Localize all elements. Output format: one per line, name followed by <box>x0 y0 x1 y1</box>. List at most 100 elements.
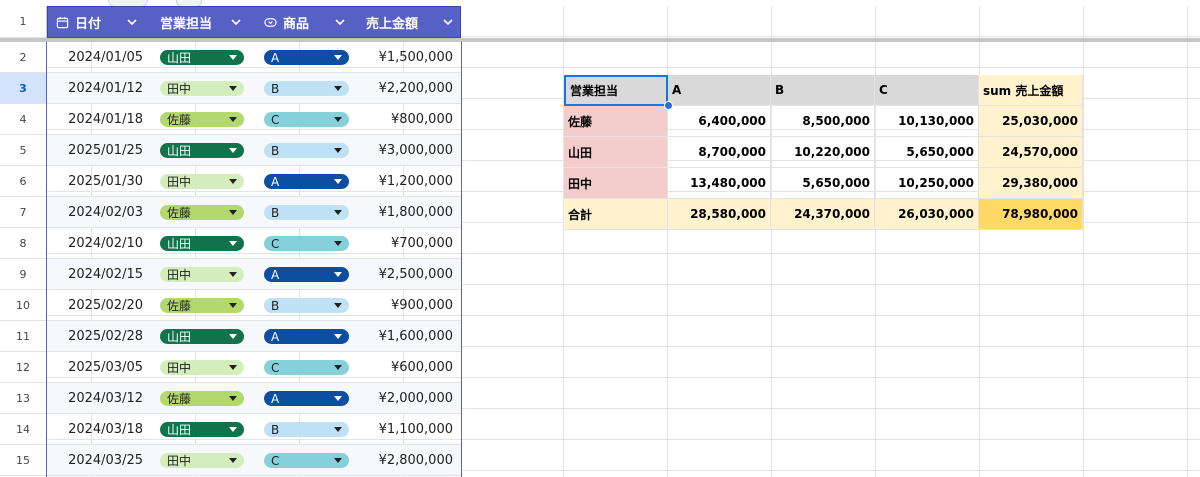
row-number[interactable]: 2 <box>0 42 46 73</box>
product-dropdown-chip[interactable]: B <box>264 143 349 158</box>
pivot-column-total[interactable]: 28,580,000 <box>668 199 771 230</box>
pivot-row-label[interactable]: 田中 <box>564 168 668 199</box>
dropdown-arrow-icon[interactable] <box>229 365 237 370</box>
dropdown-arrow-icon[interactable] <box>229 148 237 153</box>
table-row[interactable]: 2025/02/28 山田 A ¥1,600,000 <box>47 321 461 352</box>
row-number[interactable]: 6 <box>0 166 46 197</box>
column-header-rep[interactable]: 営業担当 <box>160 7 248 37</box>
amount-cell[interactable]: ¥1,600,000 <box>349 321 453 351</box>
pivot-header-grand-total[interactable]: sum 売上金額 <box>979 75 1083 106</box>
dropdown-arrow-icon[interactable] <box>229 427 237 432</box>
rep-dropdown-chip[interactable]: 田中 <box>160 81 244 96</box>
pivot-header-column[interactable]: A <box>668 75 771 106</box>
row-number[interactable]: 15 <box>0 445 46 476</box>
pivot-column-total[interactable]: 24,370,000 <box>771 199 875 230</box>
date-cell[interactable]: 2024/03/18 <box>47 414 143 444</box>
product-dropdown-chip[interactable]: C <box>264 453 349 468</box>
dropdown-arrow-icon[interactable] <box>229 303 237 308</box>
rep-dropdown-chip[interactable]: 田中 <box>160 267 244 282</box>
rep-dropdown-chip[interactable]: 田中 <box>160 453 244 468</box>
table-row[interactable]: 2024/02/10 山田 C ¥700,000 <box>47 228 461 259</box>
rep-dropdown-chip[interactable]: 山田 <box>160 236 244 251</box>
table-row[interactable]: 2025/01/30 田中 A ¥1,200,000 <box>47 166 461 197</box>
pivot-value-cell[interactable]: 8,500,000 <box>771 106 875 137</box>
amount-cell[interactable]: ¥1,500,000 <box>349 42 453 72</box>
amount-cell[interactable]: ¥900,000 <box>349 290 453 320</box>
dropdown-arrow-icon[interactable] <box>334 427 342 432</box>
dropdown-arrow-icon[interactable] <box>334 117 342 122</box>
row-number[interactable]: 10 <box>0 290 46 321</box>
chevron-down-icon[interactable] <box>126 16 138 28</box>
product-dropdown-chip[interactable]: B <box>264 205 349 220</box>
date-cell[interactable]: 2024/01/12 <box>47 73 143 103</box>
date-cell[interactable]: 2024/02/10 <box>47 228 143 258</box>
dropdown-arrow-icon[interactable] <box>229 272 237 277</box>
pivot-value-cell[interactable]: 13,480,000 <box>668 168 771 199</box>
pivot-header-column[interactable]: B <box>771 75 875 106</box>
pivot-row-label[interactable]: 山田 <box>564 137 668 168</box>
amount-cell[interactable]: ¥1,200,000 <box>349 166 453 196</box>
amount-cell[interactable]: ¥1,100,000 <box>349 414 453 444</box>
amount-cell[interactable]: ¥2,800,000 <box>349 445 453 475</box>
dropdown-arrow-icon[interactable] <box>334 86 342 91</box>
rep-dropdown-chip[interactable]: 山田 <box>160 329 244 344</box>
row-number[interactable]: 9 <box>0 259 46 290</box>
table-row[interactable]: 2025/02/20 佐藤 B ¥900,000 <box>47 290 461 321</box>
row-number[interactable]: 12 <box>0 352 46 383</box>
date-cell[interactable]: 2024/01/05 <box>47 42 143 72</box>
row-number[interactable]: 11 <box>0 321 46 352</box>
dropdown-arrow-icon[interactable] <box>334 458 342 463</box>
pivot-total-label[interactable]: 合計 <box>564 199 668 230</box>
row-number[interactable]: 4 <box>0 104 46 135</box>
dropdown-arrow-icon[interactable] <box>229 210 237 215</box>
pivot-row-total[interactable]: 24,570,000 <box>979 137 1083 168</box>
pivot-header-row-label[interactable]: 営業担当 <box>564 75 668 106</box>
date-cell[interactable]: 2024/01/18 <box>47 104 143 134</box>
product-dropdown-chip[interactable]: B <box>264 81 349 96</box>
rep-dropdown-chip[interactable]: 田中 <box>160 174 244 189</box>
chevron-down-icon[interactable] <box>442 16 454 28</box>
table-row[interactable]: 2024/01/18 佐藤 C ¥800,000 <box>47 104 461 135</box>
dropdown-arrow-icon[interactable] <box>229 179 237 184</box>
dropdown-arrow-icon[interactable] <box>334 210 342 215</box>
row-number[interactable]: 5 <box>0 135 46 166</box>
dropdown-arrow-icon[interactable] <box>229 334 237 339</box>
row-number[interactable]: 13 <box>0 383 46 414</box>
row-number[interactable]: 8 <box>0 228 46 259</box>
product-dropdown-chip[interactable]: A <box>264 267 349 282</box>
table-row[interactable]: 2025/01/25 山田 B ¥3,000,000 <box>47 135 461 166</box>
dropdown-arrow-icon[interactable] <box>334 303 342 308</box>
row-number[interactable]: 3 <box>0 73 46 104</box>
pivot-value-cell[interactable]: 10,130,000 <box>875 106 979 137</box>
table-row[interactable]: 2024/03/25 田中 C ¥2,800,000 <box>47 445 461 476</box>
table-row[interactable]: 2025/03/05 田中 C ¥600,000 <box>47 352 461 383</box>
product-dropdown-chip[interactable]: A <box>264 174 349 189</box>
dropdown-arrow-icon[interactable] <box>229 86 237 91</box>
pivot-value-cell[interactable]: 10,250,000 <box>875 168 979 199</box>
table-row[interactable]: 2024/01/05 山田 A ¥1,500,000 <box>47 42 461 73</box>
product-dropdown-chip[interactable]: B <box>264 422 349 437</box>
dropdown-arrow-icon[interactable] <box>229 241 237 246</box>
date-cell[interactable]: 2024/03/25 <box>47 445 143 475</box>
rep-dropdown-chip[interactable]: 佐藤 <box>160 205 244 220</box>
product-dropdown-chip[interactable]: C <box>264 360 349 375</box>
pivot-value-cell[interactable]: 10,220,000 <box>771 137 875 168</box>
pivot-row-total[interactable]: 29,380,000 <box>979 168 1083 199</box>
rep-dropdown-chip[interactable]: 佐藤 <box>160 298 244 313</box>
dropdown-arrow-icon[interactable] <box>229 117 237 122</box>
row-number[interactable]: 14 <box>0 414 46 445</box>
date-cell[interactable]: 2025/02/28 <box>47 321 143 351</box>
rep-dropdown-chip[interactable]: 山田 <box>160 143 244 158</box>
dropdown-arrow-icon[interactable] <box>334 55 342 60</box>
amount-cell[interactable]: ¥700,000 <box>349 228 453 258</box>
column-header-date[interactable]: 日付 <box>56 7 144 37</box>
pivot-column-total[interactable]: 26,030,000 <box>875 199 979 230</box>
date-cell[interactable]: 2025/01/25 <box>47 135 143 165</box>
table-row[interactable]: 2024/02/15 田中 A ¥2,500,000 <box>47 259 461 290</box>
product-dropdown-chip[interactable]: B <box>264 298 349 313</box>
product-dropdown-chip[interactable]: C <box>264 236 349 251</box>
dropdown-arrow-icon[interactable] <box>334 272 342 277</box>
dropdown-arrow-icon[interactable] <box>229 458 237 463</box>
product-dropdown-chip[interactable]: C <box>264 112 349 127</box>
dropdown-arrow-icon[interactable] <box>334 334 342 339</box>
